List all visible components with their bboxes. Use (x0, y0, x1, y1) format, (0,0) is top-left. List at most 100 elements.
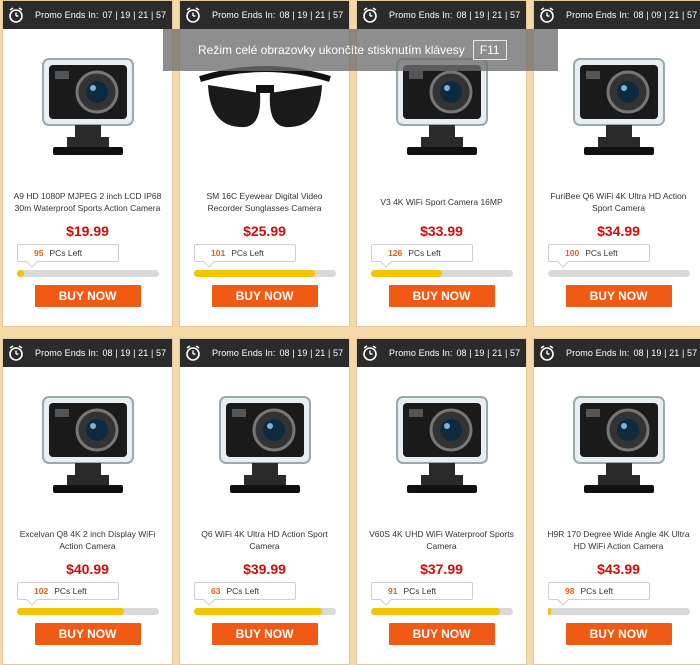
promo-label: Promo Ends In: (212, 10, 276, 20)
stock-progress-bar (548, 270, 690, 277)
stock-left-count: 63 (211, 586, 221, 596)
stock-left-count: 95 (34, 248, 44, 258)
product-price: $43.99 (597, 561, 640, 577)
stock-left-badge: 126 PCs Left (371, 244, 473, 262)
action-camera-icon (554, 377, 684, 512)
stock-left-label: PCs Left (403, 586, 437, 596)
stock-left-label: PCs Left (226, 586, 260, 596)
promo-bar: Promo Ends In: 08 | 19 | 21 | 57 (3, 339, 172, 367)
promo-timer: 07 | 19 | 21 | 57 (102, 10, 167, 20)
stock-progress-bar (17, 270, 159, 277)
buy-now-button[interactable]: BUY NOW (388, 623, 495, 645)
product-card[interactable]: Promo Ends In: 08 | 19 | 21 | 57 H9R 170 D… (533, 338, 700, 665)
product-image[interactable] (3, 29, 172, 184)
product-title[interactable]: A9 HD 1080P MJPEG 2 inch LCD IP68 30m Wa… (3, 184, 172, 220)
stock-progress-fill (548, 608, 551, 615)
action-camera-icon (377, 377, 507, 512)
product-card[interactable]: Promo Ends In: 07 | 19 | 21 | 57 A9 HD 108… (2, 0, 173, 327)
buy-now-button[interactable]: BUY NOW (388, 285, 495, 307)
promo-label: Promo Ends In: (212, 348, 276, 358)
promo-label: Promo Ends In: (35, 10, 99, 20)
promo-timer: 08 | 19 | 21 | 57 (633, 348, 698, 358)
stock-left-count: 98 (565, 586, 575, 596)
product-price: $37.99 (420, 561, 463, 577)
promo-label: Promo Ends In: (389, 348, 453, 358)
stock-left-count: 100 (565, 248, 580, 258)
action-camera-icon (200, 377, 330, 512)
stock-left-badge: 101 PCs Left (194, 244, 296, 262)
stock-progress-bar (194, 608, 336, 615)
stock-left-badge: 63 PCs Left (194, 582, 296, 600)
stock-left-badge: 95 PCs Left (17, 244, 119, 262)
buy-now-button[interactable]: BUY NOW (34, 285, 141, 307)
stock-left-label: PCs Left (231, 248, 264, 258)
product-title[interactable]: V3 4K WiFi Sport Camera 16MP (357, 184, 526, 220)
product-card[interactable]: Promo Ends In: 08 | 19 | 21 | 57 V60S 4K U… (356, 338, 527, 665)
stock-left-count: 102 (34, 586, 49, 596)
promo-bar: Promo Ends In: 08 | 19 | 21 | 57 (180, 339, 349, 367)
alarm-clock-icon (3, 339, 29, 367)
product-card[interactable]: Promo Ends In: 08 | 19 | 21 | 57 Excelvan … (2, 338, 173, 665)
stock-left-badge: 102 PCs Left (17, 582, 119, 600)
stock-progress-fill (17, 270, 25, 277)
buy-now-button[interactable]: BUY NOW (211, 623, 318, 645)
product-title[interactable]: FuriBee Q6 WiFi 4K Ultra HD Action Sport… (534, 184, 700, 220)
stock-left-badge: 100 PCs Left (548, 244, 650, 262)
stock-progress-fill (371, 270, 442, 277)
promo-label: Promo Ends In: (566, 10, 630, 20)
promo-label: Promo Ends In: (35, 348, 99, 358)
stock-left-label: PCs Left (54, 586, 87, 596)
product-title[interactable]: Q6 WiFi 4K Ultra HD Action Sport Camera (180, 522, 349, 558)
promo-timer: 08 | 19 | 21 | 57 (279, 10, 344, 20)
alarm-clock-icon (180, 1, 206, 29)
product-card[interactable]: Promo Ends In: 08 | 19 | 21 | 57 Q6 WiFi 4… (179, 338, 350, 665)
product-grid: Promo Ends In: 07 | 19 | 21 | 57 A9 HD 108… (0, 0, 700, 665)
stock-left-count: 101 (211, 248, 226, 258)
f11-key: F11 (472, 40, 507, 60)
buy-now-button[interactable]: BUY NOW (565, 623, 672, 645)
product-price: $39.99 (243, 561, 286, 577)
promo-bar: Promo Ends In: 08 | 19 | 21 | 57 (180, 1, 349, 29)
product-card[interactable]: Promo Ends In: 08 | 09 | 21 | 57 FuriBee Q… (533, 0, 700, 327)
buy-now-button[interactable]: BUY NOW (211, 285, 318, 307)
product-title[interactable]: Excelvan Q8 4K 2 inch Display WiFi Actio… (3, 522, 172, 558)
buy-now-button[interactable]: BUY NOW (34, 623, 141, 645)
product-title[interactable]: SM 16C Eyewear Digital Video Recorder Su… (180, 184, 349, 220)
product-price: $40.99 (66, 561, 109, 577)
action-camera-icon (554, 39, 684, 174)
fullscreen-toast-text: Režim celé obrazovky ukončíte stisknutím… (198, 43, 465, 57)
stock-progress-bar (17, 608, 159, 615)
promo-timer: 08 | 19 | 21 | 57 (456, 10, 521, 20)
promo-bar: Promo Ends In: 07 | 19 | 21 | 57 (3, 1, 172, 29)
action-camera-icon (23, 377, 153, 512)
product-image[interactable] (357, 367, 526, 522)
stock-left-badge: 98 PCs Left (548, 582, 650, 600)
promo-timer: 08 | 19 | 21 | 57 (279, 348, 344, 358)
product-price: $34.99 (597, 223, 640, 239)
promo-label: Promo Ends In: (389, 10, 453, 20)
stock-progress-fill (371, 608, 501, 615)
product-image[interactable] (534, 29, 700, 184)
stock-progress-bar (548, 608, 690, 615)
stock-progress-fill (194, 608, 322, 615)
product-title[interactable]: H9R 170 Degree Wide Angle 4K Ultra HD Wi… (534, 522, 700, 558)
product-image[interactable] (180, 367, 349, 522)
product-title[interactable]: V60S 4K UHD WiFi Waterproof Sports Camer… (357, 522, 526, 558)
stock-left-label: PCs Left (49, 248, 83, 258)
buy-now-button[interactable]: BUY NOW (565, 285, 672, 307)
promo-bar: Promo Ends In: 08 | 19 | 21 | 57 (534, 339, 700, 367)
alarm-clock-icon (180, 339, 206, 367)
fullscreen-toast: Režim celé obrazovky ukončíte stisknutím… (163, 29, 558, 71)
stock-progress-bar (371, 608, 513, 615)
product-price: $25.99 (243, 223, 286, 239)
promo-timer: 08 | 09 | 21 | 57 (633, 10, 698, 20)
stock-progress-fill (17, 608, 124, 615)
product-image[interactable] (534, 367, 700, 522)
alarm-clock-icon (3, 1, 29, 29)
alarm-clock-icon (357, 1, 383, 29)
product-image[interactable] (3, 367, 172, 522)
promo-bar: Promo Ends In: 08 | 09 | 21 | 57 (534, 1, 700, 29)
stock-left-label: PCs Left (408, 248, 441, 258)
action-camera-icon (23, 39, 153, 174)
stock-left-count: 126 (388, 248, 403, 258)
